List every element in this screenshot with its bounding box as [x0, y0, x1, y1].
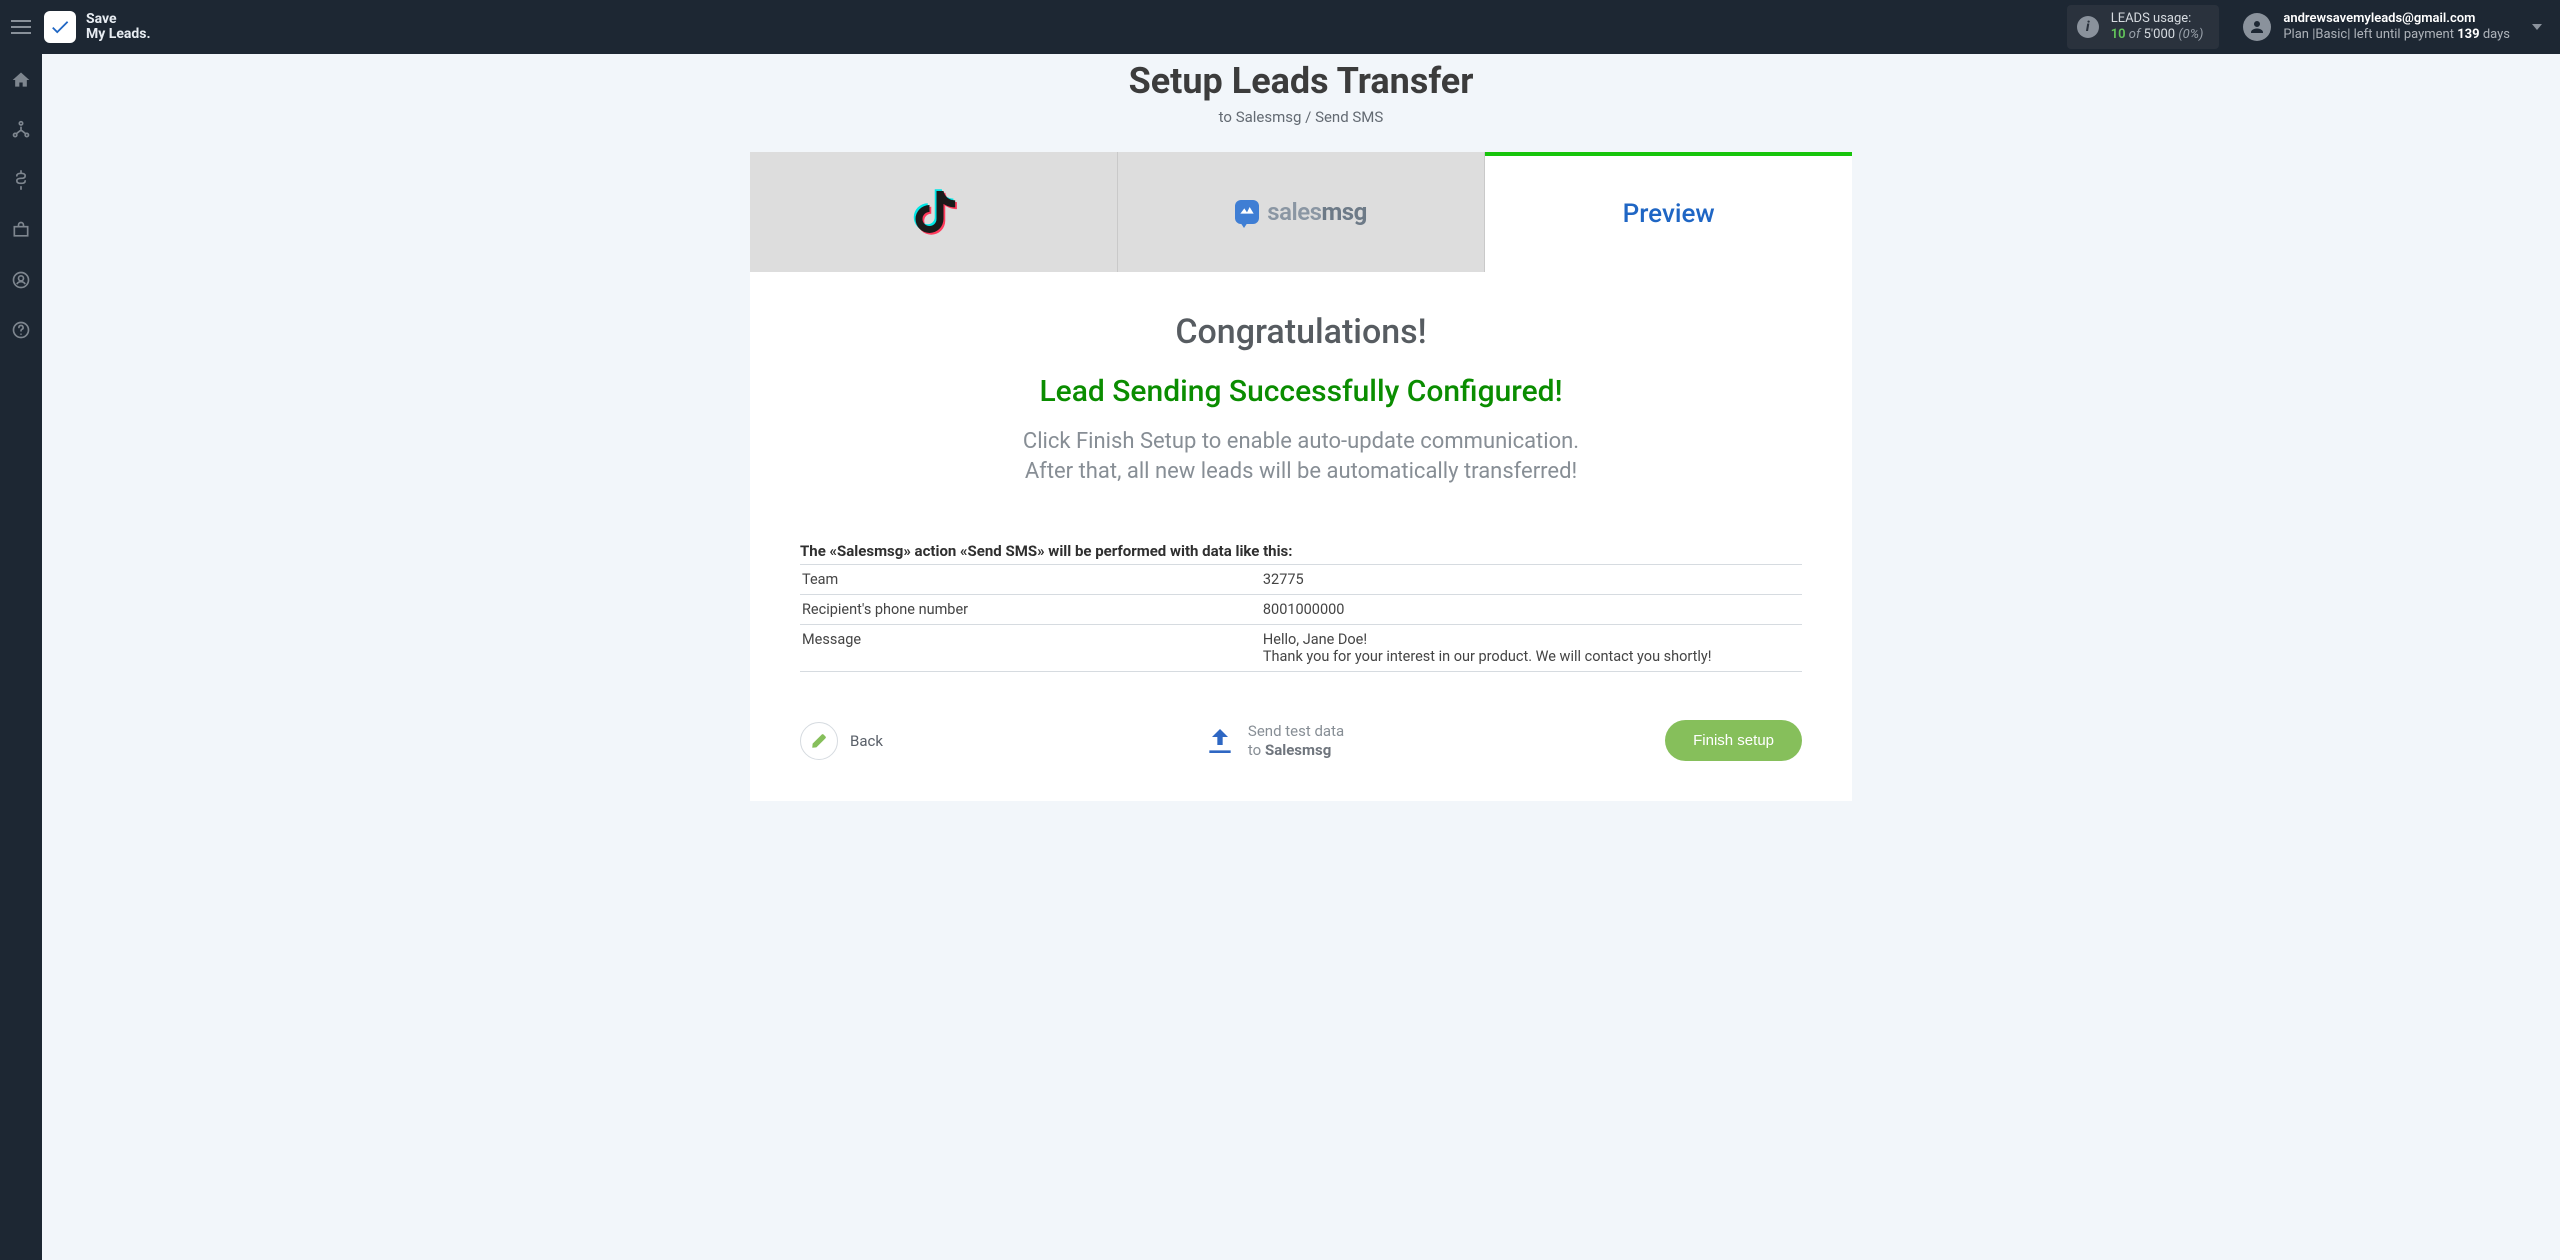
table-row: MessageHello, Jane Doe!Thank you for you…: [800, 625, 1802, 672]
sidebar-item-billing[interactable]: [0, 164, 42, 196]
hamburger-button[interactable]: [0, 0, 42, 54]
table-cell-label: Recipient's phone number: [800, 595, 1261, 625]
send-test-button[interactable]: Send test data to Salesmsg: [1204, 722, 1344, 760]
help-text: Click Finish Setup to enable auto-update…: [800, 427, 1802, 486]
hamburger-icon: [11, 26, 31, 28]
send-test-label: Send test data to Salesmsg: [1248, 722, 1344, 760]
table-cell-label: Team: [800, 565, 1261, 595]
table-cell-label: Message: [800, 625, 1261, 672]
account-text: andrewsavemyleads@gmail.com Plan |Basic|…: [2283, 11, 2510, 44]
upload-icon: [1204, 725, 1236, 757]
wizard-tabs: salesmsg Preview: [750, 152, 1852, 272]
chevron-down-icon: [2532, 24, 2542, 30]
salesmsg-logo: salesmsg: [1235, 198, 1367, 226]
back-label: Back: [850, 732, 883, 750]
congrats-heading: Congratulations!: [800, 312, 1802, 352]
pencil-icon: [800, 722, 838, 760]
info-icon: i: [2077, 16, 2099, 38]
wizard-footer: Back Send test data to Salesmsg Finish s…: [800, 720, 1802, 761]
preview-table: Team32775Recipient's phone number8001000…: [800, 564, 1802, 672]
card-body: Congratulations! Lead Sending Successful…: [750, 272, 1852, 801]
brand-name: Save My Leads.: [86, 12, 151, 43]
tab-preview-label: Preview: [1623, 199, 1715, 229]
table-cell-value: 8001000000: [1261, 595, 1802, 625]
finish-setup-button[interactable]: Finish setup: [1665, 720, 1802, 761]
brand-logo[interactable]: Save My Leads.: [44, 11, 151, 43]
action-sentence: The «Salesmsg» action «Send SMS» will be…: [800, 542, 1802, 560]
leads-usage-pill[interactable]: i LEADS usage: 10 of 5'000 (0%): [2067, 5, 2220, 48]
sidebar-item-toolbox[interactable]: [0, 214, 42, 246]
back-button[interactable]: Back: [800, 722, 883, 760]
wizard-card: salesmsg Preview Congratulations! Lead S…: [750, 152, 1852, 801]
success-heading: Lead Sending Successfully Configured!: [800, 374, 1802, 409]
sidebar-item-home[interactable]: [0, 64, 42, 96]
page-subtitle: to Salesmsg / Send SMS: [1219, 108, 1384, 126]
table-cell-value: Hello, Jane Doe!Thank you for your inter…: [1261, 625, 1802, 672]
tiktok-icon: [905, 182, 961, 242]
tab-source[interactable]: [750, 152, 1118, 272]
sidebar-item-connections[interactable]: [0, 114, 42, 146]
page: Setup Leads Transfer to Salesmsg / Send …: [42, 54, 2560, 1260]
sidebar: [0, 54, 42, 1260]
tab-preview[interactable]: Preview: [1485, 152, 1852, 272]
topbar: Save My Leads. i LEADS usage: 10 of 5'00…: [0, 0, 2560, 54]
leads-usage-text: LEADS usage: 10 of 5'000 (0%): [2111, 11, 2204, 42]
sidebar-item-account[interactable]: [0, 264, 42, 296]
account-menu[interactable]: andrewsavemyleads@gmail.com Plan |Basic|…: [2243, 11, 2542, 44]
table-cell-value: 32775: [1261, 565, 1802, 595]
speech-bubble-icon: [1235, 200, 1259, 224]
sidebar-item-help[interactable]: [0, 314, 42, 346]
table-row: Recipient's phone number8001000000: [800, 595, 1802, 625]
page-title: Setup Leads Transfer: [1129, 60, 1474, 102]
avatar-icon: [2243, 13, 2271, 41]
tab-destination[interactable]: salesmsg: [1118, 152, 1486, 272]
brand-mark-icon: [44, 11, 76, 43]
table-row: Team32775: [800, 565, 1802, 595]
